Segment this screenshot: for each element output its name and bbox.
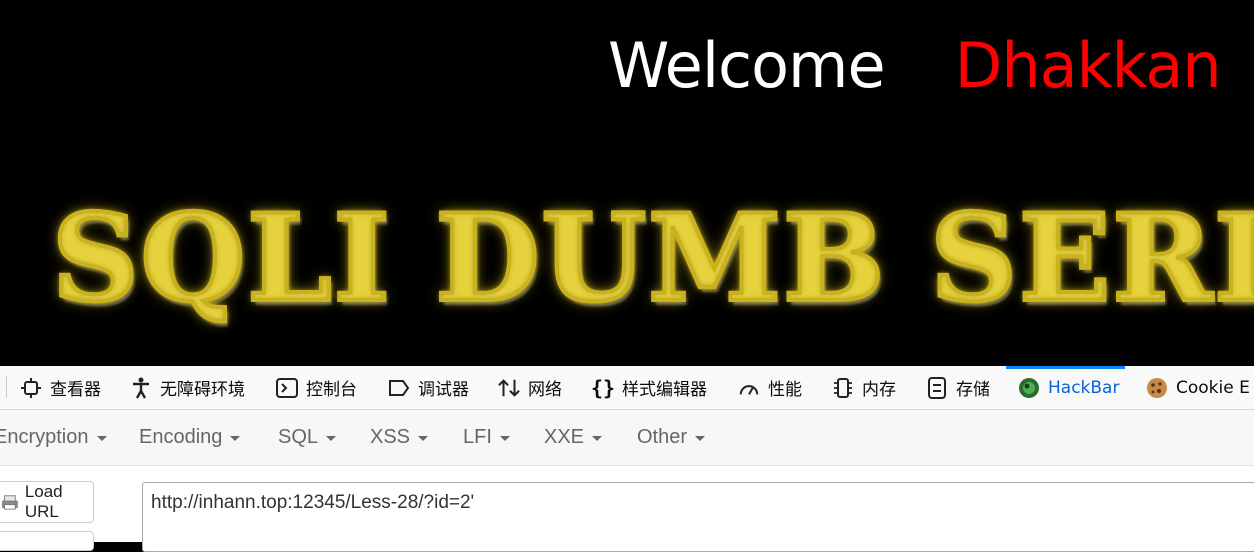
welcome-heading: Welcome Dhakkan xyxy=(608,28,1222,104)
memory-icon xyxy=(832,377,854,399)
menu-xxe[interactable]: XXE xyxy=(544,410,603,465)
menu-label: Encoding xyxy=(139,426,223,448)
menu-encoding[interactable]: Encoding xyxy=(139,410,241,465)
tab-bar-divider xyxy=(6,376,7,398)
tab-storage[interactable]: 存储 xyxy=(926,366,990,409)
tab-accessibility[interactable]: 无障碍环境 xyxy=(130,366,245,409)
network-icon xyxy=(498,377,520,399)
tab-label: 调试器 xyxy=(418,380,469,400)
tab-label: HackBar xyxy=(1048,377,1120,398)
tab-label: 查看器 xyxy=(50,380,101,400)
page-banner: Welcome Dhakkan SQLI DUMB SERIES xyxy=(0,0,1254,366)
menu-label: Encryption xyxy=(0,426,89,448)
accessibility-icon xyxy=(130,377,152,399)
load-url-icon xyxy=(1,495,18,510)
menu-encryption[interactable]: Encryption xyxy=(0,410,107,465)
hackbar-menu-bar: Encryption Encoding SQL XSS LFI XXE Othe… xyxy=(0,410,1254,466)
tab-hackbar[interactable]: HackBar xyxy=(1006,366,1126,409)
menu-label: SQL xyxy=(278,426,319,448)
tab-label: 控制台 xyxy=(306,380,357,400)
tab-label: 无障碍环境 xyxy=(160,380,245,400)
caret-down-icon xyxy=(695,436,706,441)
menu-label: LFI xyxy=(463,426,492,448)
welcome-name: Dhakkan xyxy=(954,29,1222,102)
tab-label: 网络 xyxy=(528,380,562,400)
cookie-icon xyxy=(1146,377,1168,399)
menu-lfi[interactable]: LFI xyxy=(463,410,510,465)
debugger-icon xyxy=(388,377,410,399)
inspector-icon xyxy=(20,377,42,399)
tab-label: 存储 xyxy=(956,380,990,400)
menu-label: XXE xyxy=(544,426,585,448)
menu-other[interactable]: Other xyxy=(637,410,706,465)
tab-cookie-editor[interactable]: Cookie E xyxy=(1146,366,1250,409)
menu-sql[interactable]: SQL xyxy=(278,410,337,465)
caret-down-icon xyxy=(230,436,241,441)
tab-label: Cookie E xyxy=(1176,377,1250,398)
hackbar-panel: Load URL http://inhann.top:12345/Less-28… xyxy=(0,466,1254,552)
hackbar-icon xyxy=(1018,377,1040,399)
caret-down-icon xyxy=(592,436,603,441)
console-icon xyxy=(276,377,298,399)
split-url-button[interactable] xyxy=(0,531,94,551)
storage-icon xyxy=(926,376,948,399)
performance-icon xyxy=(738,377,760,399)
caret-down-icon xyxy=(418,436,429,441)
tab-label: 样式编辑器 xyxy=(622,380,707,400)
tab-label: 性能 xyxy=(768,380,802,400)
tab-performance[interactable]: 性能 xyxy=(738,366,802,409)
tab-label: 内存 xyxy=(862,380,896,400)
caret-down-icon xyxy=(326,436,337,441)
tab-network[interactable]: 网络 xyxy=(498,366,562,409)
caret-down-icon xyxy=(96,436,107,441)
tab-inspector[interactable]: 查看器 xyxy=(20,366,101,409)
welcome-text: Welcome xyxy=(608,29,886,102)
tab-debugger[interactable]: 调试器 xyxy=(388,366,469,409)
caret-down-icon xyxy=(499,436,510,441)
style-editor-icon: {} xyxy=(590,375,616,400)
devtools-tab-bar: 查看器 无障碍环境 控制台 调试器 网络 {} 样式编辑器 性能 内存 存储 H… xyxy=(0,366,1254,410)
sqli-dumb-series-logo: SQLI DUMB SERIES xyxy=(50,194,1254,324)
tab-memory[interactable]: 内存 xyxy=(832,366,896,409)
load-url-button[interactable]: Load URL xyxy=(0,481,94,523)
menu-label: XSS xyxy=(370,426,411,448)
menu-label: Other xyxy=(637,426,688,448)
load-url-label: Load URL xyxy=(24,482,63,521)
tab-style-editor[interactable]: {} 样式编辑器 xyxy=(590,366,707,409)
menu-xss[interactable]: XSS xyxy=(370,410,429,465)
tab-console[interactable]: 控制台 xyxy=(276,366,357,409)
